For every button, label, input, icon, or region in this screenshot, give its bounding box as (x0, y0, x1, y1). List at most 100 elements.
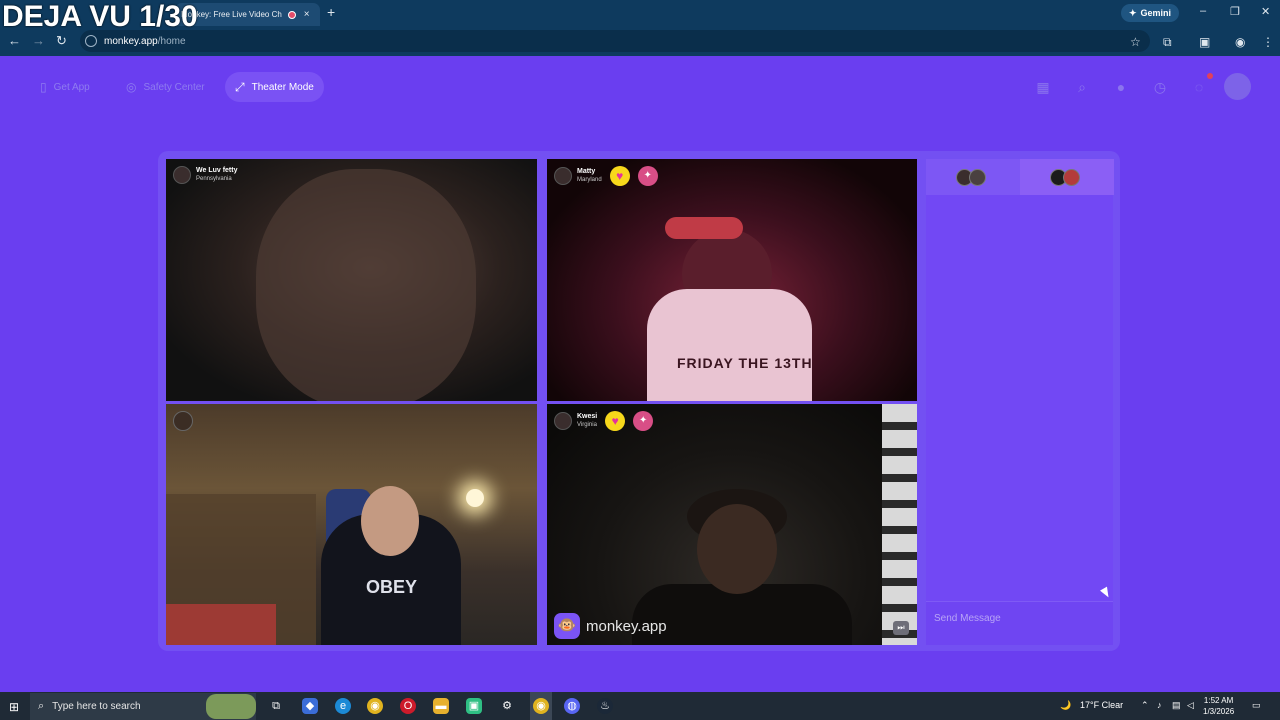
sparkle-icon: ✦ (1129, 7, 1137, 18)
file-explorer-icon[interactable]: ▬ (433, 698, 449, 714)
notifications-icon[interactable]: ▭ (1252, 700, 1261, 711)
get-app-button[interactable]: ▯ Get App (30, 72, 100, 102)
bookmark-star-icon[interactable]: ☆ (1130, 35, 1141, 49)
volume-icon[interactable]: ◁ (1187, 700, 1194, 711)
theater-mode-button[interactable]: ⤢ Theater Mode (225, 72, 324, 102)
avatar[interactable] (173, 411, 193, 431)
user-avatar[interactable] (1224, 73, 1251, 100)
user-badge[interactable]: We Luv fetty Pennsylvania (173, 166, 238, 184)
recording-icon (287, 10, 296, 19)
gift-icon[interactable]: ✦ (637, 166, 658, 186)
chat-panel: Send Message (926, 159, 1114, 645)
minimize-button[interactable]: – (1200, 5, 1206, 17)
windows-start-icon[interactable]: ⊞ (9, 700, 19, 714)
shirt-print: FRIDAY THE 13TH (677, 355, 813, 371)
tray-expand-icon[interactable]: ⌃ (1141, 700, 1149, 711)
close-window-button[interactable]: ✕ (1261, 5, 1270, 18)
video-feed-detail (466, 489, 484, 507)
steam-icon[interactable]: ♨ (597, 698, 613, 714)
send-message-input[interactable]: Send Message (926, 601, 1113, 645)
user-badge[interactable]: Kwesi Virginia ♥ ✦ (554, 411, 654, 431)
settings-gear-icon[interactable]: ⚙ (499, 698, 515, 714)
chrome-active-icon[interactable]: ◉ (533, 698, 549, 714)
gemini-button[interactable]: ✦ Gemini (1121, 4, 1180, 22)
url-path: /home (157, 35, 186, 47)
user-name: Matty (577, 168, 596, 175)
watermark-text: monkey.app (586, 617, 667, 635)
microphone-icon[interactable]: ♪ (1157, 700, 1162, 710)
theater-mode-label: Theater Mode (251, 81, 314, 93)
app-icon[interactable]: ▣ (466, 698, 482, 714)
avatar (554, 167, 572, 185)
monkey-watermark: 🐵 monkey.app (554, 613, 667, 639)
avatar-pair (1050, 168, 1080, 186)
search-icon[interactable]: ⌕ (1073, 78, 1091, 96)
profile-icon[interactable]: ◉ (1235, 35, 1245, 49)
video-tile-4[interactable]: Kwesi Virginia ♥ ✦ 🐵 monkey.app ⏭ (547, 404, 917, 645)
shield-icon: ◎ (126, 80, 137, 94)
coin-icon[interactable]: ● (1112, 78, 1130, 96)
edge-icon[interactable]: e (335, 698, 351, 714)
expand-icon: ⤢ (235, 79, 245, 94)
forward-icon[interactable]: → (32, 33, 45, 48)
tab-search-icon[interactable]: ▣ (1199, 35, 1210, 49)
menu-icon[interactable]: ⋮ (1262, 35, 1274, 49)
user-location: Maryland (577, 177, 602, 183)
extensions-icon[interactable]: ⧉ (1163, 35, 1172, 50)
user-name: Kwesi (577, 413, 598, 420)
video-feed-detail (647, 289, 812, 401)
shirt-print: OBEY (366, 577, 418, 597)
user-location: Pennsylvania (196, 176, 232, 182)
taskbar-search[interactable]: ⌕ Type here to search (30, 693, 256, 720)
network-icon[interactable]: ▤ (1172, 700, 1181, 711)
messages-icon[interactable]: ◌ (1190, 78, 1208, 96)
heart-icon[interactable]: ♥ (605, 411, 626, 431)
video-feed (256, 169, 476, 401)
tab-close-icon[interactable]: × (304, 9, 310, 20)
copilot-icon[interactable]: ◆ (302, 698, 318, 714)
monkey-logo-icon: 🐵 (554, 613, 580, 639)
user-location: Virginia (577, 422, 597, 428)
reload-icon[interactable]: ↻ (56, 33, 67, 49)
chat-tab-pair-2[interactable] (1020, 159, 1114, 195)
taskbar-clock[interactable]: 1:52 AM 1/3/2026 (1203, 695, 1234, 717)
opera-icon[interactable]: O (400, 698, 416, 714)
avatar (554, 412, 572, 430)
phone-icon: ▯ (40, 80, 47, 94)
notification-badge (1207, 73, 1213, 79)
search-icon: ⌕ (38, 700, 45, 712)
clock-date: 1/3/2026 (1203, 707, 1235, 716)
url-host: monkey.app (104, 35, 158, 47)
new-tab-button[interactable]: + (327, 4, 335, 20)
avatar (173, 166, 191, 184)
safety-center-button[interactable]: ◎ Safety Center (116, 72, 215, 102)
back-icon[interactable]: ← (8, 33, 21, 48)
avatar-pair (956, 168, 986, 186)
task-view-icon[interactable]: ⧉ (268, 698, 284, 714)
url-bar[interactable]: monkey.app/home (80, 30, 1150, 52)
discord-icon[interactable]: ◍ (564, 698, 580, 714)
site-info-icon[interactable] (85, 35, 97, 47)
restore-button[interactable]: ❐ (1230, 5, 1240, 18)
video-tile-1[interactable]: We Luv fetty Pennsylvania (166, 159, 537, 401)
video-feed-detail (697, 504, 777, 594)
gift-icon[interactable]: ✦ (633, 411, 654, 431)
chat-tab-pair-1[interactable] (926, 159, 1020, 195)
chrome-icon[interactable]: ◉ (367, 698, 383, 714)
group-icon[interactable]: ▦ (1034, 78, 1052, 96)
heart-icon[interactable]: ♥ (609, 166, 630, 186)
video-feed-detail (166, 604, 276, 645)
user-name: We Luv fetty (196, 167, 238, 174)
video-tile-2[interactable]: FRIDAY THE 13TH Matty Maryland ♥ ✦ (547, 159, 917, 401)
history-icon[interactable]: ◷ (1151, 78, 1169, 96)
video-feed-detail (361, 486, 419, 556)
moon-weather-icon[interactable]: 🌙 (1060, 700, 1071, 711)
video-tile-3[interactable]: OBEY (166, 404, 537, 645)
gemini-label: Gemini (1140, 8, 1172, 18)
weather-text[interactable]: 17°F Clear (1080, 700, 1123, 710)
taskbar-search-placeholder: Type here to search (52, 701, 141, 712)
avatar (1063, 168, 1080, 186)
user-badge[interactable]: Matty Maryland ♥ ✦ (554, 166, 658, 186)
clock-time: 1:52 AM (1203, 696, 1234, 705)
skip-icon[interactable]: ⏭ (893, 621, 909, 635)
